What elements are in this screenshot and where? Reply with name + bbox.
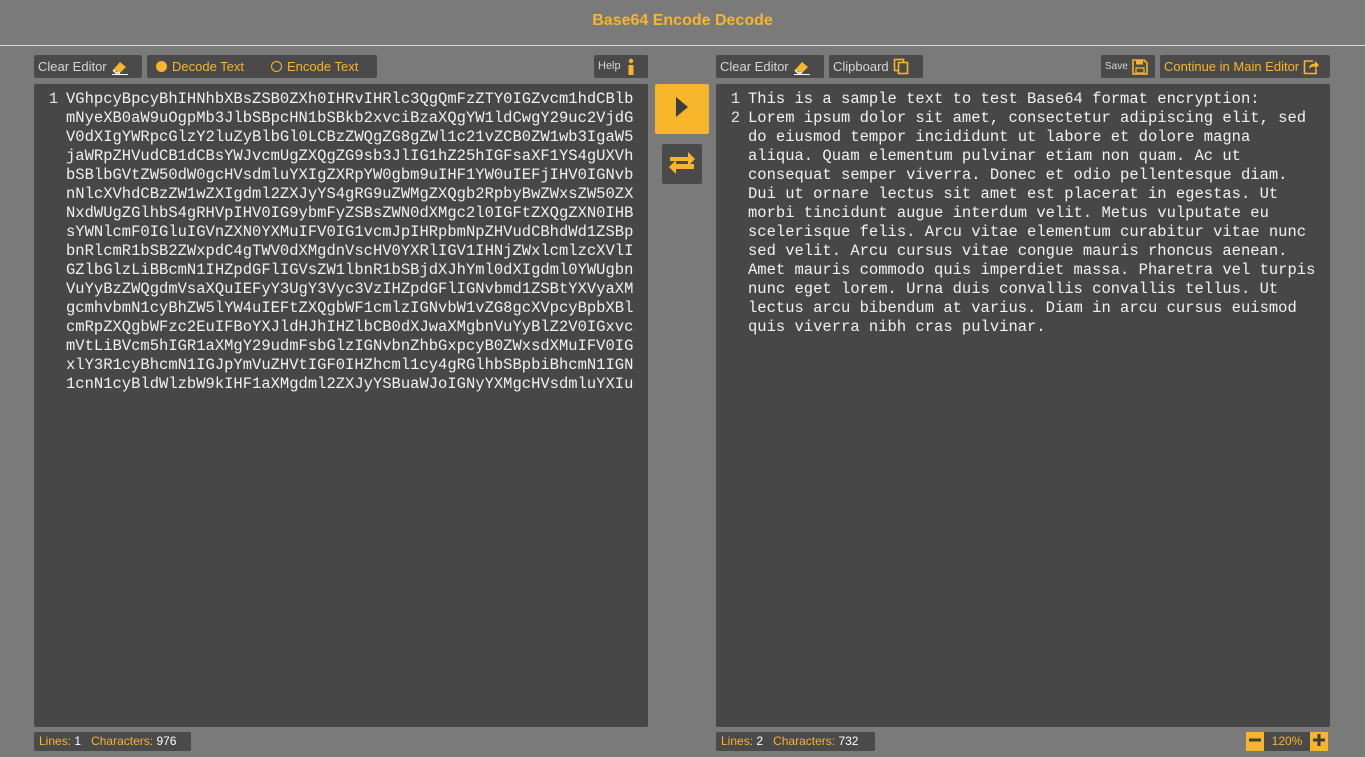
line-number: 2	[730, 109, 740, 127]
continue-in-main-editor-button[interactable]: Continue in Main Editor	[1160, 55, 1330, 78]
characters-label: Characters:	[773, 734, 836, 748]
line-text: This is a sample text to test Base64 for…	[748, 90, 1260, 108]
play-icon	[674, 96, 690, 123]
save-button[interactable]: Save	[1101, 55, 1155, 78]
swap-arrows-icon	[668, 149, 696, 180]
line-text: VGhpcyBpcyBhIHNhbXBsZSB0ZXh0IHRvIHRlc3Qg…	[66, 90, 634, 393]
lines-count: 2	[756, 734, 764, 748]
run-convert-button[interactable]	[655, 84, 709, 134]
left-status-bar: Lines: 1 Characters: 976	[34, 732, 191, 751]
encode-text-radio[interactable]: Encode Text	[271, 55, 358, 78]
editor-line: 1 This is a sample text to test Base64 f…	[716, 90, 1330, 109]
editor-line: 2 Lorem ipsum dolor sit amet, consectetu…	[716, 109, 1330, 337]
lines-count: 1	[74, 734, 82, 748]
zoom-control: 120%	[1246, 732, 1328, 751]
right-status-bar: Lines: 2 Characters: 732	[716, 732, 875, 751]
decode-text-label: Decode Text	[172, 59, 245, 74]
left-clear-editor-label: Clear Editor	[38, 59, 107, 74]
title-bar: Base64 Encode Decode	[0, 0, 1365, 46]
output-editor[interactable]: 1 This is a sample text to test Base64 f…	[716, 84, 1330, 727]
floppy-disk-icon	[1131, 58, 1148, 75]
help-button[interactable]: Help	[594, 55, 648, 78]
right-clear-editor-label: Clear Editor	[720, 59, 789, 74]
line-number: 1	[730, 90, 740, 108]
zoom-level: 120%	[1264, 732, 1310, 751]
right-clear-editor-button[interactable]: Clear Editor	[716, 55, 824, 78]
swap-editors-button[interactable]	[662, 144, 702, 184]
plus-icon	[1313, 733, 1325, 751]
app-title: Base64 Encode Decode	[592, 12, 773, 29]
info-icon	[625, 58, 637, 76]
eraser-icon	[793, 59, 811, 75]
input-editor[interactable]: 1 VGhpcyBpcyBhIHNhbXBsZSB0ZXh0IHRvIHRlc3…	[34, 84, 648, 727]
clipboard-label: Clipboard	[833, 59, 889, 74]
encode-radio-dot	[271, 61, 282, 72]
editor-line: 1 VGhpcyBpcyBhIHNhbXBsZSB0ZXh0IHRvIHRlc3…	[34, 90, 648, 394]
left-clear-editor-button[interactable]: Clear Editor	[34, 55, 142, 78]
decode-text-radio[interactable]: Decode Text	[156, 55, 244, 78]
encode-text-label: Encode Text	[287, 59, 359, 74]
continue-label: Continue in Main Editor	[1164, 59, 1300, 74]
clipboard-icon	[893, 58, 909, 75]
eraser-icon	[111, 59, 129, 75]
lines-label: Lines:	[39, 734, 72, 748]
line-text: Lorem ipsum dolor sit amet, consectetur …	[748, 109, 1325, 336]
zoom-out-button[interactable]	[1246, 732, 1264, 751]
mode-radio-group: Decode Text Encode Text	[147, 55, 377, 78]
help-label: Help	[598, 60, 621, 72]
zoom-in-button[interactable]	[1310, 732, 1328, 751]
decode-radio-dot	[156, 61, 167, 72]
line-number: 1	[48, 90, 58, 108]
lines-label: Lines:	[721, 734, 754, 748]
clipboard-button[interactable]: Clipboard	[829, 55, 923, 78]
export-icon	[1303, 59, 1320, 75]
characters-label: Characters:	[91, 734, 154, 748]
save-label: Save	[1105, 61, 1128, 72]
minus-icon	[1249, 733, 1261, 751]
characters-count: 732	[838, 734, 859, 748]
characters-count: 976	[156, 734, 177, 748]
